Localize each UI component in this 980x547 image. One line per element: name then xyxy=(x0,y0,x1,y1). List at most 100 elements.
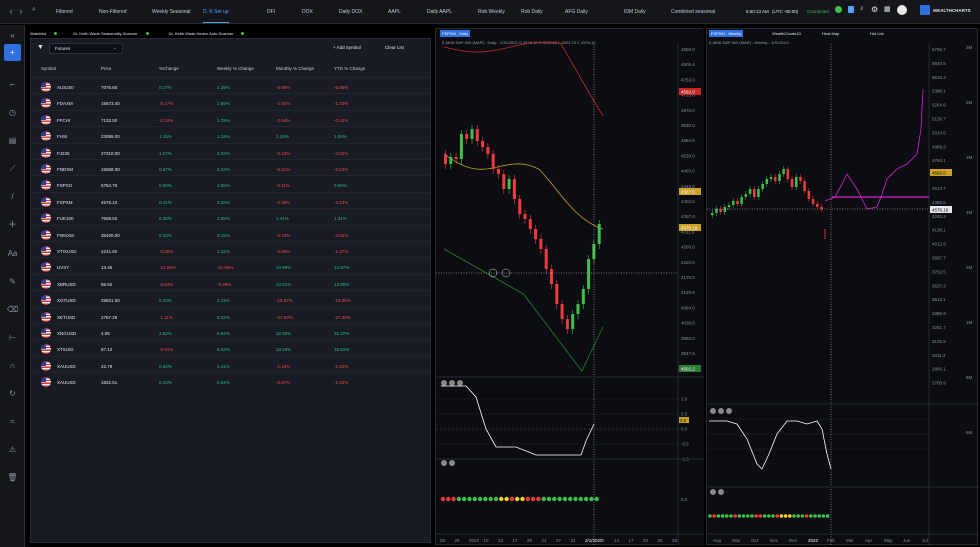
bell-icon[interactable]: ♪ xyxy=(860,5,864,12)
tab-hedon-scanner[interactable]: Dr. Keith Wade Hedon Auto Scanner xyxy=(169,31,234,36)
tab-dox[interactable]: DOX xyxy=(302,9,313,15)
sync-icon[interactable]: ↻ xyxy=(6,387,19,400)
candle xyxy=(765,179,769,184)
watchlist-row[interactable]: XNGUSD 4.05 2.52% 5.92% 32.50% 31.37% xyxy=(31,323,430,340)
column-header[interactable]: Symbol xyxy=(41,66,56,71)
y-tick-label: 4266.0 xyxy=(681,245,695,250)
signal-dot xyxy=(578,496,583,502)
tab-rob-daily[interactable]: Rob Daily xyxy=(521,9,543,15)
calendar-icon[interactable]: ▤ xyxy=(6,134,19,147)
y-tick-label: 3011.3 xyxy=(932,353,946,358)
symbol-cell: FSPXG xyxy=(57,183,73,189)
y-tick-label: 3993.0 xyxy=(681,336,695,341)
watchlist-row[interactable]: XETUSD 2767.28 -1.11% 0.12% -27.00% -27.40% xyxy=(31,306,430,324)
measure-icon[interactable]: ⊢ xyxy=(6,331,19,344)
add-symbol-button[interactable]: + Add Symbol xyxy=(333,45,361,50)
alert-icon[interactable]: ⚠ xyxy=(6,443,19,456)
watchlist-row[interactable]: XTIUSD 87.12 -0.41% 0.43% 13.19% 15.81% xyxy=(31,339,430,356)
weekly-price-chart[interactable]: 5765.7 5640.5 5515.3 5390.1 5264.9 5139.7 5014… xyxy=(707,29,979,546)
gear-icon[interactable]: ⚙ xyxy=(871,5,878,14)
x-tick-label: 26 xyxy=(440,538,446,543)
avatar[interactable] xyxy=(897,5,907,15)
watchlist-row[interactable]: FHSI 23065.00 1.15% 1.18% 1.34% 1.04% xyxy=(31,126,430,143)
watchlist-row[interactable]: UVXY 13.45 -12.66% -11.86% 10.99% 13.97% xyxy=(31,257,430,274)
list-select[interactable]: Futures ⌄ xyxy=(49,43,123,54)
watchlist-row[interactable]: XAUUSD 1832.51 0.10% 0.62% -3.07% -1.43% xyxy=(31,372,430,389)
watchlist-row[interactable]: FUK100 7608.50 0.35% 1.05% 1.41% 1.41% xyxy=(31,208,430,225)
y-tick-label: 2760.9 xyxy=(932,381,946,386)
tab-afg-daily[interactable]: AFG Daily xyxy=(565,9,588,15)
clock-icon[interactable]: ◷ xyxy=(6,106,19,119)
value-cell: -0.10% xyxy=(159,117,174,123)
trend-line-icon[interactable]: ⟋ xyxy=(6,162,19,175)
signal-dot xyxy=(779,514,784,518)
tab-d-k-set-up[interactable]: D. K Set up xyxy=(203,9,229,23)
tab-combined-seasonal[interactable]: Combined seasonal xyxy=(671,9,715,15)
watchlist-row[interactable]: FFCHI 7132.50 -0.10% 1.78% -2.54% -0.43% xyxy=(31,109,430,127)
tab-non-filtered[interactable]: Non-Filtered xyxy=(99,9,127,15)
indicator-icon[interactable]: ≈ xyxy=(6,415,19,428)
watchlist-row[interactable]: XTIXUSD 4241.60 -0.05% 1.42% -3.96% -1.37% xyxy=(31,241,430,258)
grid-icon[interactable]: ▦ xyxy=(884,5,891,13)
column-header[interactable]: Monthly % Change xyxy=(276,66,314,71)
watchlist-row[interactable]: XAUUSD 22.79 0.64% 1.41% -1.16% -2.24% xyxy=(31,355,430,373)
magnet-icon[interactable]: ∩ xyxy=(6,359,19,372)
line-tool-icon[interactable]: / xyxy=(6,190,19,203)
signal-dot xyxy=(483,496,488,502)
active-dot-icon xyxy=(145,31,149,35)
tab-aapl[interactable]: AAPL xyxy=(388,9,401,15)
tab-filtered[interactable]: Filtered xyxy=(56,9,73,15)
watchlist-row[interactable]: FJ225 27310.00 1.07% 2.03% -3.10% -4.02% xyxy=(31,142,430,160)
chart-icon[interactable]: ⌐ xyxy=(6,78,19,91)
pane-icon xyxy=(449,380,455,386)
tab-seasonality-scanner[interactable]: Dr. Keith Wade Seasonality Scanner xyxy=(73,31,138,36)
eraser-icon[interactable]: ⌫ xyxy=(6,303,19,316)
watchlist-row[interactable]: XBRUSD 88.92 -0.64% -3.39% 10.61% 13.80% xyxy=(31,273,430,291)
column-header[interactable]: YTD % Change xyxy=(334,66,365,71)
filter-icon[interactable]: ▼ xyxy=(37,44,44,51)
forward-icon[interactable]: › xyxy=(14,6,28,16)
column-header[interactable]: %Change xyxy=(159,66,179,71)
tab-daily-aapl[interactable]: Daily AAPL xyxy=(427,9,452,15)
signal-dot xyxy=(783,514,788,518)
watchlist-row[interactable]: FSPXM 4576.10 0.41% 3.26% -4.38% -4.13% xyxy=(31,191,430,209)
daily-price-chart[interactable]: 4858.04805.44753.04713.64676.04630.04584… xyxy=(436,29,704,546)
value-cell: 0.12% xyxy=(217,314,230,320)
tab-idm-daily[interactable]: IDM Daily xyxy=(624,9,646,15)
column-header[interactable]: Price xyxy=(101,66,111,71)
value-cell: 5.92% xyxy=(217,331,230,336)
candle xyxy=(778,174,781,181)
y-tick-label: 4753.0 xyxy=(681,77,695,82)
column-header[interactable]: Weekly % Change xyxy=(217,66,254,71)
trash-icon[interactable]: 🗑 xyxy=(6,471,19,484)
collapse-icon[interactable]: « xyxy=(6,29,19,42)
value-cell: 1.65% xyxy=(217,183,230,189)
tab-daily-dox[interactable]: Daily DOX xyxy=(339,9,362,15)
tab-weekly-seasonal[interactable]: Weekly Seasonal xyxy=(152,9,191,15)
watchlist-title[interactable]: Watchlist xyxy=(30,31,46,36)
search-icon[interactable]: ⌕ xyxy=(27,6,41,14)
crosshair-icon[interactable]: ✛ xyxy=(6,218,19,231)
clear-list-button[interactable]: Clear List xyxy=(385,45,404,50)
watchlist-row[interactable]: FWSXM 35400.00 0.33% 3.15% -3.73% -3.62% xyxy=(31,224,430,242)
us-flag-icon xyxy=(41,328,51,338)
value-cell: -2.92% xyxy=(276,101,291,107)
tab-rob-weekly[interactable]: Rob Weekly xyxy=(478,9,505,15)
watchlist-row[interactable]: XGTUSD 28921.00 0.22% 2.11% -16.92% -16.36% xyxy=(31,290,430,307)
y-tick-label: 3261.7 xyxy=(932,325,946,330)
tab-dfi[interactable]: DFI xyxy=(267,9,275,15)
pencil-icon[interactable]: ✎ xyxy=(6,275,19,288)
text-tool-icon[interactable]: Aa xyxy=(6,247,19,260)
watchlist-row[interactable]: FSPXG 6764.75 0.60% 1.65% -3.11% 0.65% xyxy=(31,175,430,192)
save-icon[interactable] xyxy=(848,6,854,13)
value-cell: 7132.50 xyxy=(101,117,118,123)
osc-scale-label: 1.0 xyxy=(681,397,688,402)
signal-dot xyxy=(589,496,594,502)
watchlist-row[interactable]: FDAXM 15673.40 -0.17% 1.65% -2.92% -1.33% xyxy=(31,93,430,110)
price-axis-bg xyxy=(678,29,704,546)
watchlist-row[interactable]: AUS200 7076.60 0.17% 1.39% -5.95% -6.55% xyxy=(31,77,430,94)
us-flag-icon xyxy=(41,295,51,306)
us-flag-icon xyxy=(41,213,51,224)
add-icon[interactable]: + xyxy=(4,44,21,61)
watchlist-row[interactable]: FNDXM 15558.30 0.67% 5.43% -5.41% -6.04% xyxy=(31,159,430,176)
